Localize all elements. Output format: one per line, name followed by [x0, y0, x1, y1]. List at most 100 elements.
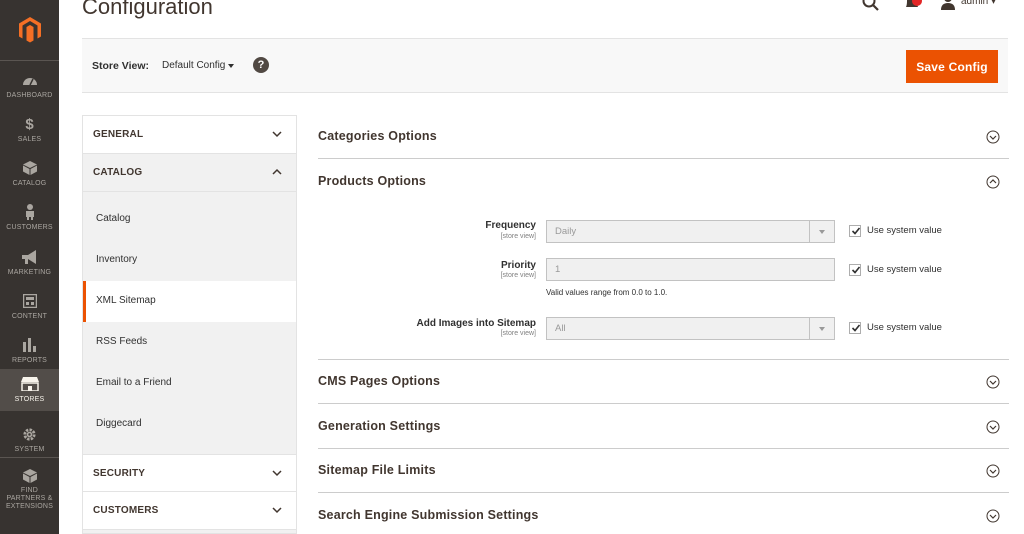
chevron-down-icon [272, 507, 282, 514]
admin-nav: DASHBOARD $ SALES CATALOG CUSTOMERS MARK… [0, 0, 59, 534]
cube-icon [21, 159, 39, 177]
tab-group-security[interactable]: SECURITY [83, 454, 296, 492]
tab-label: Diggecard [96, 418, 142, 429]
section-sitemap-file-limits[interactable]: Sitemap File Limits [318, 448, 1009, 493]
section-title: Search Engine Submission Settings [318, 508, 539, 522]
add-images-select[interactable]: All [546, 317, 835, 340]
frequency-select[interactable]: Daily [546, 220, 835, 243]
bar-chart-icon [21, 336, 39, 354]
nav-label: SALES [17, 136, 42, 143]
tab-group-title: CATALOG [93, 167, 143, 178]
expand-circle-icon[interactable] [986, 509, 1000, 523]
expand-circle-icon[interactable] [986, 420, 1000, 434]
add-images-scope: [store view] [500, 330, 536, 337]
tab-inventory[interactable]: Inventory [83, 240, 296, 281]
section-title[interactable]: Products Options [318, 174, 426, 188]
tab-label: Email to a Friend [96, 377, 172, 388]
expand-circle-icon[interactable] [986, 130, 1000, 144]
box-icon [21, 467, 39, 484]
frequency-scope: [store view] [500, 233, 536, 240]
chevron-down-icon [272, 470, 282, 477]
nav-label: CUSTOMERS [6, 224, 53, 231]
section-cms-pages-options[interactable]: CMS Pages Options [318, 359, 1009, 404]
priority-label: Priority [500, 260, 536, 271]
nav-label: REPORTS [11, 357, 48, 364]
tab-group-catalog[interactable]: CATALOG [83, 154, 296, 192]
dollar-icon: $ [25, 115, 34, 133]
chevron-down-icon[interactable] [228, 64, 234, 68]
section-title: Generation Settings [318, 419, 441, 433]
section-generation-settings[interactable]: Generation Settings [318, 404, 1009, 449]
tab-label: Inventory [96, 254, 138, 265]
frequency-use-system-checkbox[interactable] [849, 225, 861, 237]
frequency-use-system-label[interactable]: Use system value [867, 225, 942, 236]
person-icon [21, 203, 39, 221]
priority-value: 1 [555, 264, 561, 275]
tab-diggecard[interactable]: Diggecard [83, 404, 296, 445]
user-icon[interactable] [940, 0, 956, 10]
save-config-button[interactable]: Save Config [906, 50, 998, 83]
priority-use-system-label[interactable]: Use system value [867, 264, 942, 275]
priority-label-group: Priority [store view] [318, 260, 536, 284]
nav-label: STORES [14, 396, 45, 403]
frequency-label-group: Frequency [store view] [318, 220, 536, 244]
page-title: Configuration [82, 0, 213, 19]
section-categories-options[interactable]: Categories Options [318, 114, 1009, 159]
chevron-down-icon [272, 131, 282, 138]
nav-item-customers[interactable]: CUSTOMERS [0, 197, 59, 241]
nav-label: FIND PARTNERS & EXTENSIONS [5, 487, 54, 510]
collapse-circle-icon[interactable] [986, 175, 1000, 189]
tab-rss-feeds[interactable]: RSS Feeds [83, 322, 296, 363]
section-title: Sitemap File Limits [318, 463, 436, 477]
store-view-dropdown[interactable]: Default Config [162, 60, 225, 71]
nav-item-sales[interactable]: $ SALES [0, 109, 59, 153]
section-search-engine-submission[interactable]: Search Engine Submission Settings [318, 493, 1009, 534]
nav-item-catalog[interactable]: CATALOG [0, 153, 59, 197]
admin-username: admin [961, 0, 989, 7]
nav-item-partners[interactable]: FIND PARTNERS & EXTENSIONS [0, 461, 59, 511]
nav-separator [0, 457, 59, 458]
tab-label: Catalog [96, 213, 131, 224]
chevron-down-icon [809, 221, 834, 242]
tab-group-general[interactable]: GENERAL [83, 116, 296, 154]
tab-label: RSS Feeds [96, 336, 148, 347]
add-images-use-system-checkbox[interactable] [849, 322, 861, 334]
nav-label: CATALOG [12, 180, 47, 187]
search-icon[interactable] [862, 0, 880, 12]
nav-label: SYSTEM [14, 446, 45, 453]
tab-label: XML Sitemap [96, 295, 156, 306]
nav-label: CONTENT [11, 313, 48, 320]
nav-item-marketing[interactable]: MARKETING [0, 242, 59, 286]
magento-logo-icon [18, 17, 41, 43]
tab-group-customers[interactable]: CUSTOMERS [83, 492, 296, 530]
storefront-icon [20, 375, 39, 393]
section-title: Categories Options [318, 129, 437, 143]
nav-item-dashboard[interactable]: DASHBOARD [0, 65, 59, 109]
magento-logo[interactable] [0, 0, 59, 60]
tab-catalog[interactable]: Catalog [83, 199, 296, 240]
nav-item-content[interactable]: CONTENT [0, 286, 59, 330]
store-view-label: Store View: [92, 60, 149, 72]
nav-item-reports[interactable]: REPORTS [0, 330, 59, 374]
tab-group-title: SECURITY [93, 468, 146, 479]
tab-email-to-a-friend[interactable]: Email to a Friend [83, 363, 296, 404]
store-switcher-bar: Store View: Default Config ? Save Config [82, 38, 1008, 93]
expand-circle-icon[interactable] [986, 464, 1000, 478]
gear-icon [21, 425, 39, 443]
section-title: CMS Pages Options [318, 374, 441, 388]
admin-user-menu[interactable]: admin ▾ [961, 0, 996, 7]
chevron-down-icon [809, 318, 834, 339]
tab-xml-sitemap[interactable]: XML Sitemap [83, 281, 296, 322]
priority-note: Valid values range from 0.0 to 1.0. [546, 288, 668, 297]
tab-group-title: CUSTOMERS [93, 505, 159, 516]
help-icon[interactable]: ? [253, 57, 269, 73]
nav-item-stores[interactable]: STORES [0, 369, 59, 411]
priority-use-system-checkbox[interactable] [849, 264, 861, 276]
priority-input[interactable]: 1 [546, 258, 835, 281]
add-images-use-system-label[interactable]: Use system value [867, 322, 942, 333]
nav-separator [0, 60, 59, 61]
frequency-label: Frequency [485, 220, 536, 231]
chevron-up-icon [272, 168, 282, 175]
expand-circle-icon[interactable] [986, 375, 1000, 389]
frequency-value: Daily [555, 226, 577, 237]
